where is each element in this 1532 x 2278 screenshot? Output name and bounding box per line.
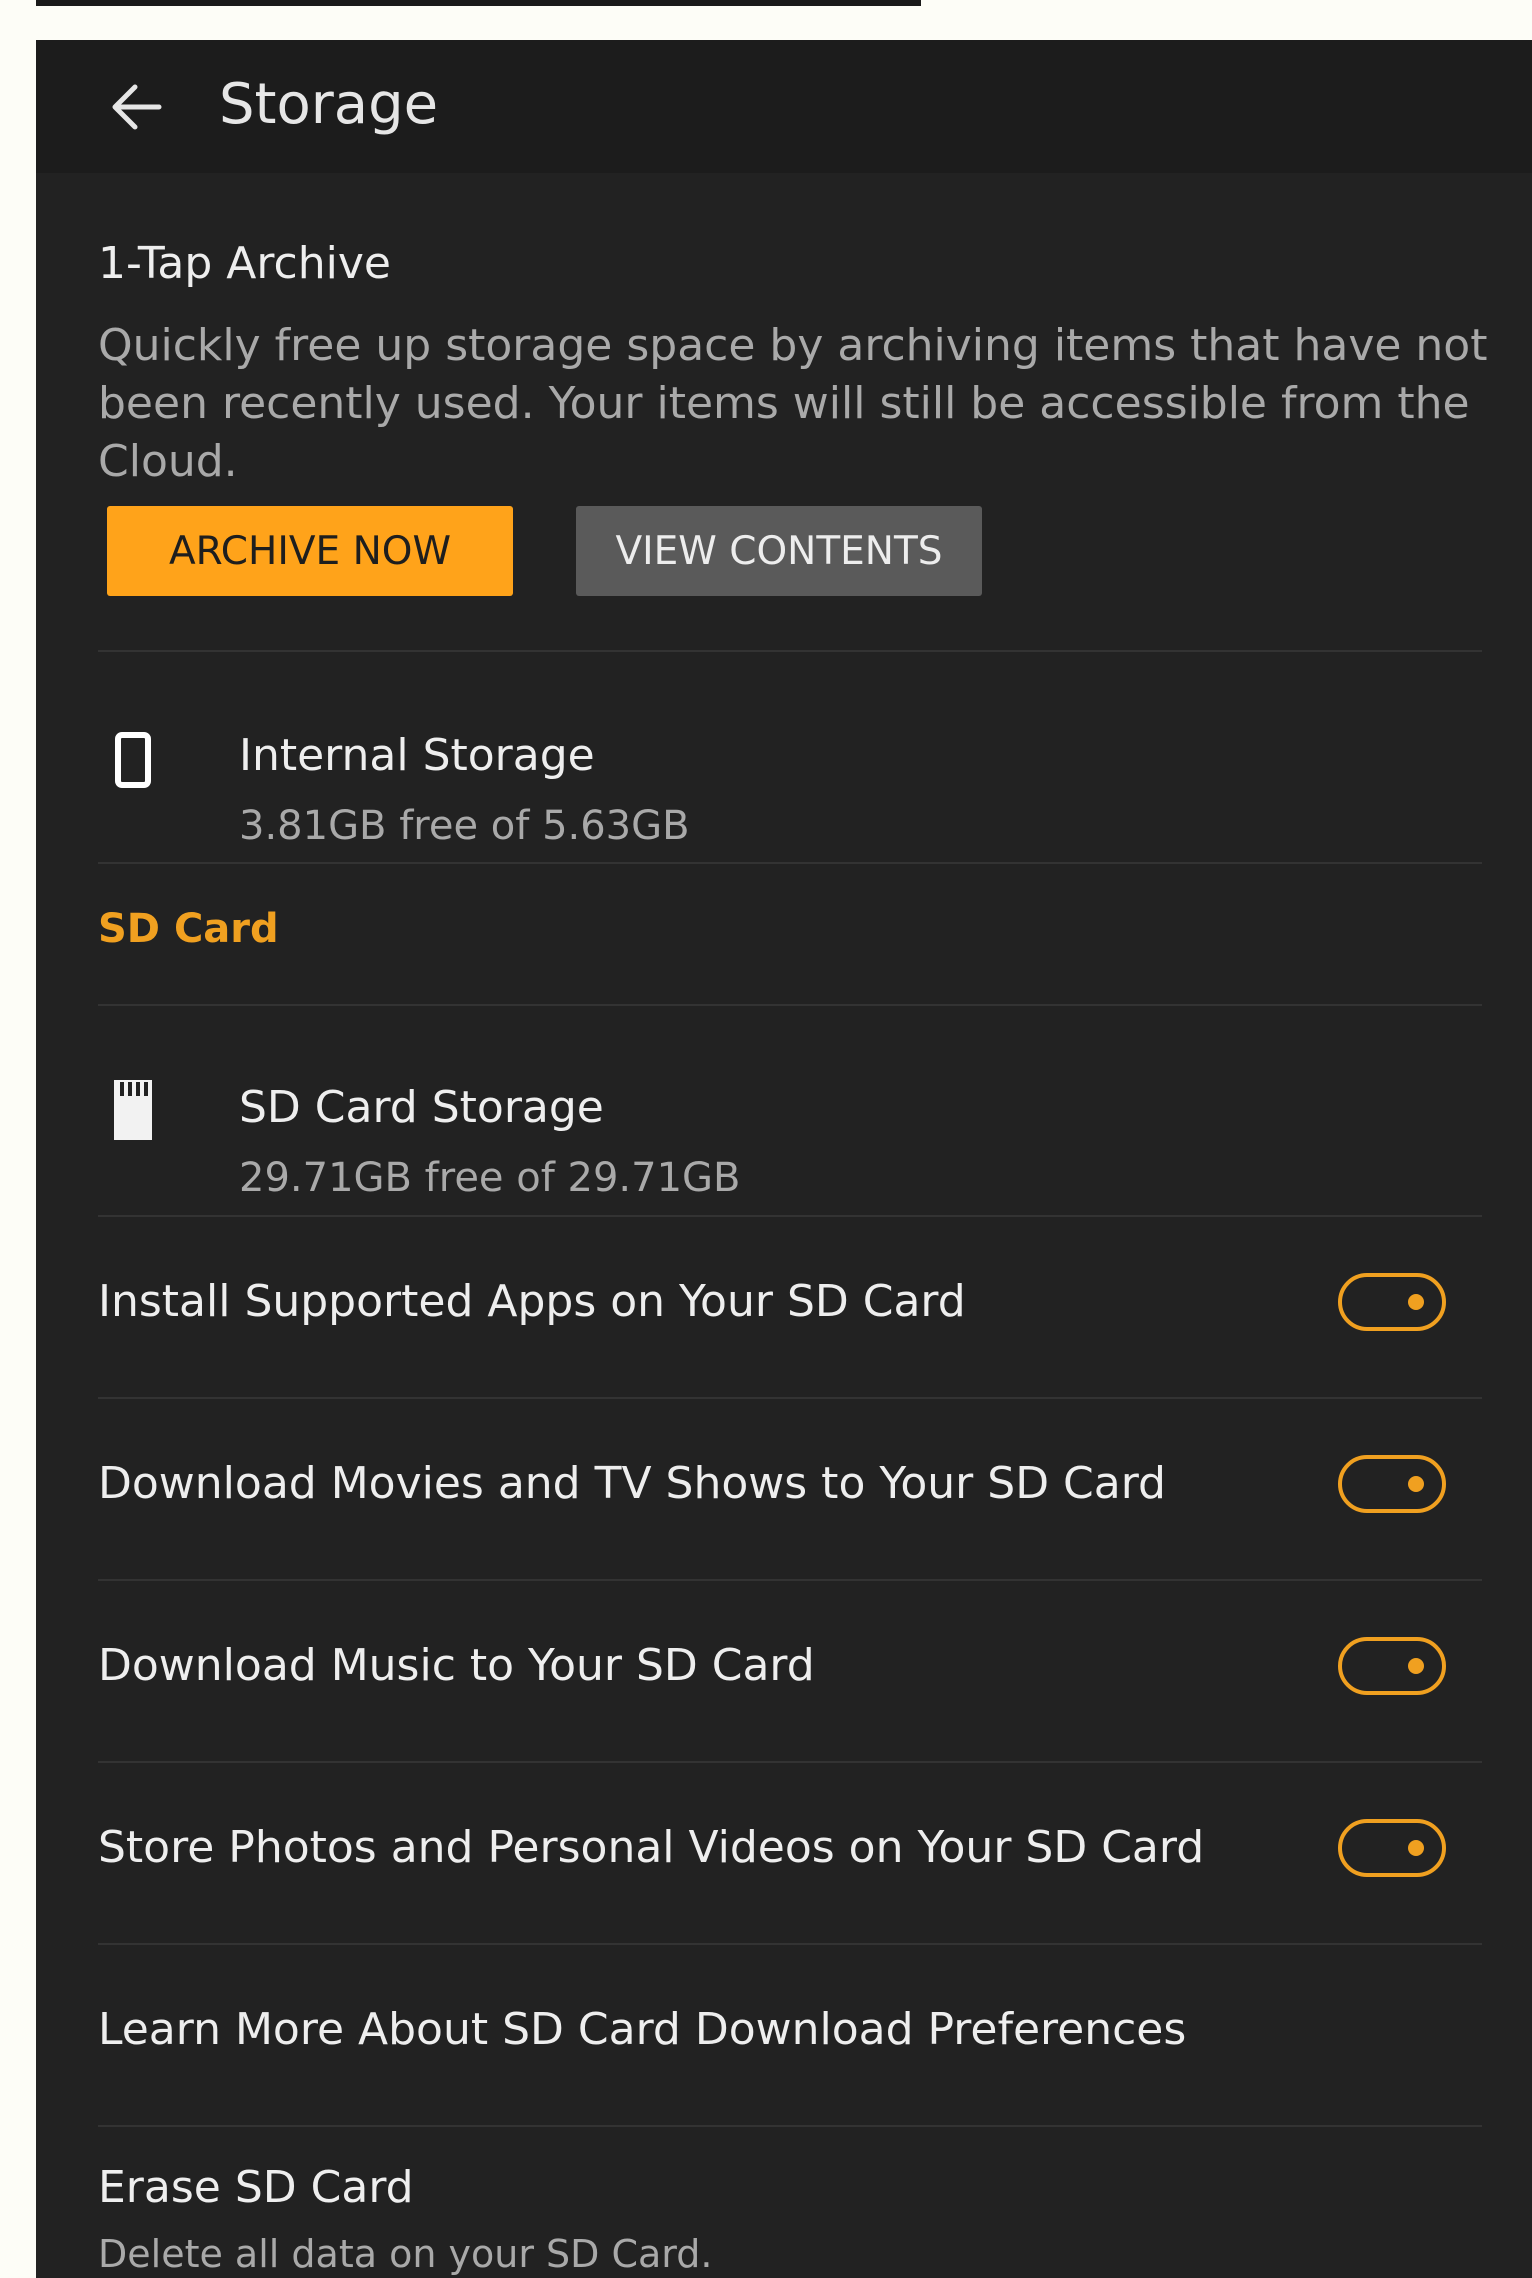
sd-card-storage-title: SD Card Storage (239, 1082, 604, 1133)
status-bar-strip (36, 0, 921, 6)
erase-sd-card-title: Erase SD Card (98, 2162, 414, 2213)
download-movies-sd-switch[interactable] (1338, 1455, 1446, 1513)
divider (98, 1943, 1482, 1945)
install-apps-sd-switch[interactable] (1338, 1273, 1446, 1331)
sd-card-icon (98, 1070, 168, 1150)
view-contents-button[interactable]: VIEW CONTENTS (576, 506, 982, 596)
store-photos-sd-switch[interactable] (1338, 1819, 1446, 1877)
storage-settings-screen: Storage 1-Tap Archive Quickly free up st… (36, 40, 1532, 2278)
download-movies-sd-toggle-row[interactable]: Download Movies and TV Shows to Your SD … (36, 1398, 1532, 1580)
toggle-label: Install Supported Apps on Your SD Card (98, 1276, 966, 1327)
divider (98, 2125, 1482, 2127)
phone-icon (98, 720, 168, 800)
back-button[interactable] (102, 72, 172, 142)
divider (98, 650, 1482, 652)
learn-more-sd-preferences-link[interactable]: Learn More About SD Card Download Prefer… (98, 2000, 1186, 2060)
install-apps-sd-toggle-row[interactable]: Install Supported Apps on Your SD Card (36, 1216, 1532, 1398)
store-photos-sd-toggle-row[interactable]: Store Photos and Personal Videos on Your… (36, 1762, 1532, 1944)
back-arrow-icon (112, 84, 162, 130)
app-header: Storage (36, 40, 1532, 173)
toggle-label: Download Movies and TV Shows to Your SD … (98, 1458, 1166, 1509)
internal-storage-subtitle: 3.81GB free of 5.63GB (239, 803, 690, 849)
toggle-label: Store Photos and Personal Videos on Your… (98, 1822, 1205, 1873)
divider (98, 1004, 1482, 1006)
sd-card-section-label: SD Card (98, 906, 279, 952)
divider (98, 862, 1482, 864)
sd-card-storage-subtitle: 29.71GB free of 29.71GB (239, 1155, 741, 1201)
page-title: Storage (219, 72, 439, 137)
archive-now-button[interactable]: ARCHIVE NOW (107, 506, 513, 596)
archive-description: Quickly free up storage space by archivi… (98, 320, 1488, 487)
download-music-sd-toggle-row[interactable]: Download Music to Your SD Card (36, 1580, 1532, 1762)
download-music-sd-switch[interactable] (1338, 1637, 1446, 1695)
toggle-label: Download Music to Your SD Card (98, 1640, 815, 1691)
archive-title: 1-Tap Archive (98, 238, 391, 289)
erase-sd-card-subtitle: Delete all data on your SD Card. (98, 2232, 713, 2276)
internal-storage-title: Internal Storage (239, 730, 595, 781)
